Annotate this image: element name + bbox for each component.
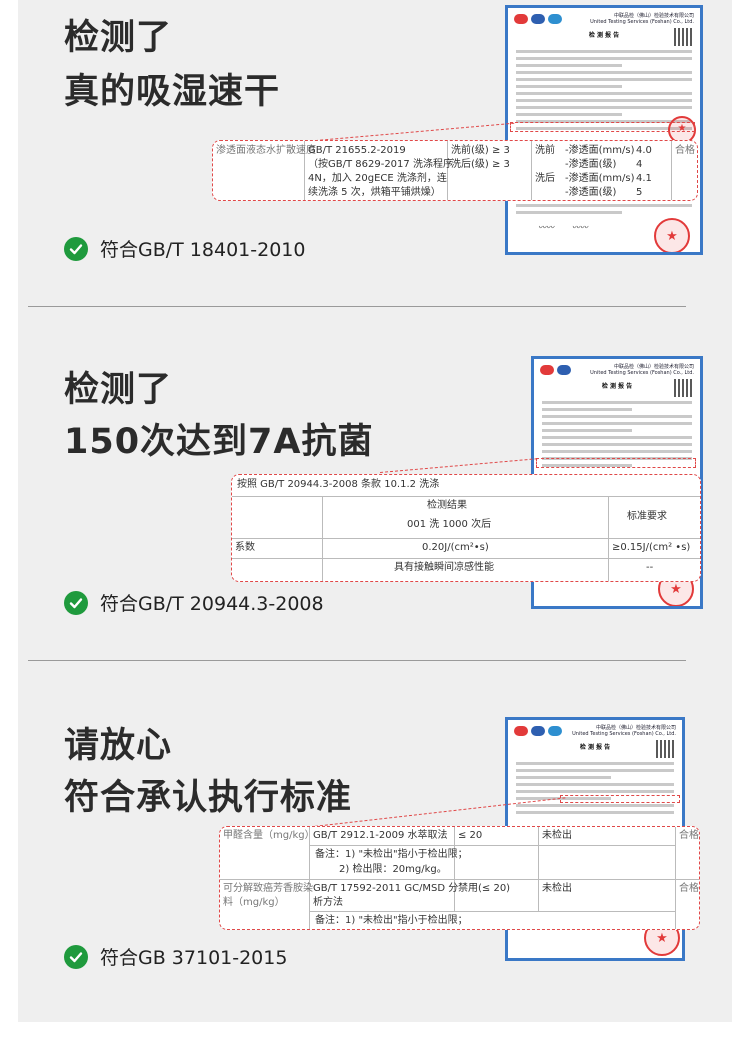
zoom-callout-table: 按照 GB/T 20944.3-2008 条款 10.1.2 洗涤 检测结果 0…: [231, 474, 701, 582]
standard-row: 符合GB/T 20944.3-2008: [64, 589, 324, 616]
standard-text: 符合GB/T 18401-2010: [100, 239, 306, 261]
section-title-line2: 150次达到7A抗菌: [64, 422, 374, 462]
section-title-line1: 检测了: [64, 370, 173, 410]
highlight-box: [536, 458, 696, 468]
section-title-line2: 符合承认执行标准: [64, 778, 353, 818]
check-circle-icon: [64, 590, 88, 615]
section-title-line1: 检测了: [64, 18, 173, 58]
red-seal-stamp-icon: ★: [654, 218, 690, 252]
section-antibacterial: 检测了 150次达到7A抗菌 中联品检（佛山）检验技术有限公司 United Te…: [0, 306, 714, 660]
standard-row: 符合GB/T 18401-2010: [64, 235, 305, 262]
qr-code-icon: [674, 28, 692, 46]
section-moisture: 检测了 真的吸湿速干 中联品检（佛山）检验技术有限公司 United Testin…: [0, 0, 714, 306]
standard-row: 符合GB 37101-2015: [64, 943, 287, 970]
section-compliance: 请放心 符合承认执行标准 中联品检（佛山）检验技术有限公司 United Test…: [0, 660, 714, 1022]
standard-text: 符合GB 37101-2015: [100, 947, 288, 969]
section-title-line2: 真的吸湿速干: [64, 72, 281, 112]
check-circle-icon: [64, 944, 88, 969]
check-circle-icon: [64, 236, 88, 261]
standard-text: 符合GB/T 20944.3-2008: [100, 593, 324, 615]
zoom-callout-table: 甲醛含量（mg/kg） GB/T 2912.1-2009 水萃取法 ≤ 20 未…: [219, 826, 700, 930]
highlight-box: [560, 795, 680, 803]
qr-code-icon: [656, 740, 674, 758]
qr-code-icon: [674, 379, 692, 397]
report-title: 检 测 报 告: [588, 32, 620, 39]
highlight-box: [510, 122, 695, 132]
zoom-callout-table: 渗透面液态水扩散速度 GB/T 21655.2-2019 （按GB/T 8629…: [212, 140, 698, 201]
section-title-line1: 请放心: [64, 726, 173, 766]
